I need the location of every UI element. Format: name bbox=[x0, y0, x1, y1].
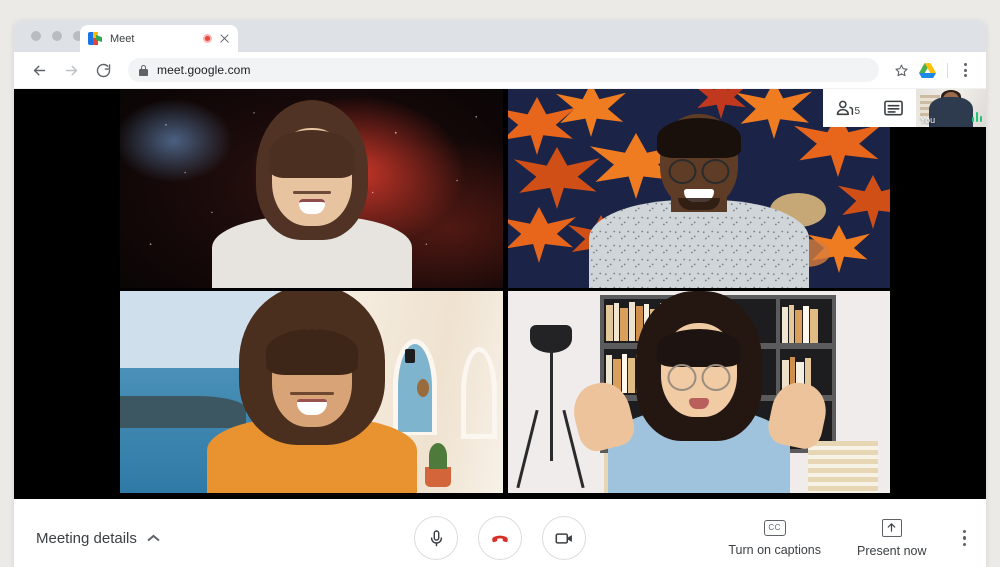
screenshot-root: Meet meet.google.com 5 You Meeting detai… bbox=[0, 0, 1000, 567]
people-icon[interactable]: 5 bbox=[823, 99, 869, 117]
more-options-icon[interactable] bbox=[962, 529, 966, 547]
participant-grid bbox=[120, 89, 890, 493]
meet-video-stage: 5 You bbox=[14, 89, 986, 499]
lock-icon bbox=[139, 64, 148, 76]
browser-toolbar: meet.google.com bbox=[14, 52, 986, 89]
participant-video-3 bbox=[206, 291, 417, 493]
participant-count: 5 bbox=[854, 106, 860, 117]
overlay-buttons: 5 bbox=[823, 89, 916, 127]
chevron-up-icon bbox=[147, 534, 160, 542]
chat-icon[interactable] bbox=[870, 99, 916, 118]
toolbar-right-actions bbox=[889, 58, 974, 82]
camera-button[interactable] bbox=[542, 516, 586, 560]
three-dot-menu-icon[interactable] bbox=[956, 58, 974, 82]
closed-captions-icon: CC bbox=[763, 519, 786, 536]
back-arrow-icon[interactable] bbox=[26, 57, 52, 83]
close-icon[interactable] bbox=[219, 33, 230, 44]
captions-label: Turn on captions bbox=[728, 542, 822, 557]
forward-arrow-icon[interactable] bbox=[58, 57, 84, 83]
meet-control-bar: Meeting details CC Turn on captions Pres… bbox=[14, 499, 986, 567]
mic-active-indicator bbox=[971, 112, 982, 122]
participant-video-4 bbox=[567, 291, 832, 493]
present-now-button[interactable]: Present now bbox=[857, 518, 927, 558]
participant-tile-4[interactable] bbox=[508, 291, 890, 493]
recording-dot-icon[interactable] bbox=[203, 34, 212, 43]
self-view-label: You bbox=[920, 115, 936, 125]
star-icon[interactable] bbox=[889, 58, 913, 82]
browser-tab-meet[interactable]: Meet bbox=[80, 25, 238, 52]
toolbar-divider bbox=[947, 62, 948, 78]
reload-icon[interactable] bbox=[90, 57, 116, 83]
end-call-button[interactable] bbox=[478, 516, 522, 560]
window-minimize-button[interactable] bbox=[52, 31, 62, 41]
present-label: Present now bbox=[857, 543, 927, 558]
meeting-details-label: Meeting details bbox=[36, 529, 137, 547]
tab-strip: Meet bbox=[14, 20, 986, 52]
tab-title: Meet bbox=[110, 32, 135, 45]
participant-tile-1[interactable] bbox=[120, 89, 503, 288]
google-drive-icon[interactable] bbox=[915, 58, 939, 82]
window-close-button[interactable] bbox=[31, 31, 41, 41]
url-text: meet.google.com bbox=[157, 63, 251, 77]
turn-on-captions-button[interactable]: CC Turn on captions bbox=[728, 519, 822, 557]
microphone-button[interactable] bbox=[414, 516, 458, 560]
google-meet-favicon bbox=[88, 32, 102, 45]
address-bar[interactable]: meet.google.com bbox=[128, 58, 879, 82]
participant-video-1 bbox=[211, 89, 412, 288]
meeting-details-button[interactable]: Meeting details bbox=[36, 530, 160, 547]
participant-tile-3[interactable] bbox=[120, 291, 503, 493]
self-view-thumbnail[interactable]: You bbox=[916, 89, 986, 127]
participant-video-2 bbox=[589, 89, 809, 288]
window-controls bbox=[31, 31, 83, 41]
meet-top-overlay: 5 You bbox=[823, 89, 986, 127]
present-screen-icon bbox=[881, 518, 902, 537]
secondary-controls: CC Turn on captions Present now bbox=[728, 518, 966, 558]
browser-window: Meet meet.google.com 5 You Meeting detai… bbox=[14, 20, 986, 567]
call-controls bbox=[414, 516, 586, 560]
